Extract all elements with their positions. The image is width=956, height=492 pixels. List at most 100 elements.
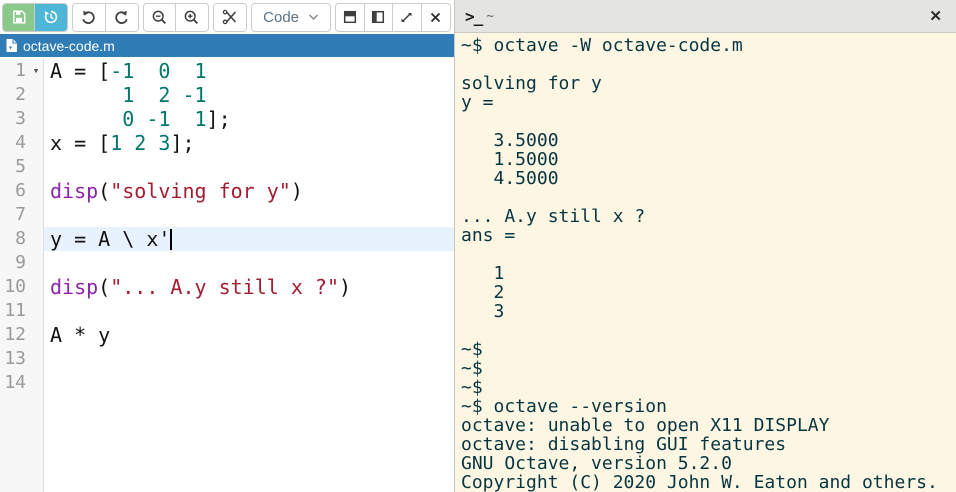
gutter-line: 7 — [0, 203, 43, 227]
tab-filename: octave-code.m — [23, 38, 115, 54]
code-line[interactable]: disp("solving for y") — [44, 179, 454, 203]
terminal-line: 3.5000 — [461, 131, 956, 150]
code-text-area[interactable]: A = [-1 0 1 1 2 -1 0 -1 1]; x = [1 2 3];… — [44, 59, 454, 492]
gutter-line: 3 — [0, 107, 43, 131]
redo-icon — [113, 9, 130, 26]
code-line-active[interactable]: y = A \ x' — [44, 227, 454, 251]
editor-toolbar: Code — [0, 0, 454, 34]
code-line[interactable] — [44, 155, 454, 179]
split-horizontal-icon — [342, 9, 358, 25]
undo-redo-group — [72, 3, 138, 32]
code-line[interactable]: disp("... A.y still x ?") — [44, 275, 454, 299]
code-line[interactable] — [44, 371, 454, 395]
gutter-line: 6 — [0, 179, 43, 203]
editor-pane: Code — [0, 0, 455, 492]
split-horizontal-button[interactable] — [336, 4, 365, 31]
terminal-line: octave: disabling GUI features — [461, 435, 956, 454]
close-editor-button[interactable] — [422, 4, 450, 31]
terminal-line: solving for y — [461, 74, 956, 93]
mode-dropdown-label: Code — [263, 9, 299, 26]
terminal-line: ... A.y still x ? — [461, 207, 956, 226]
zoom-in-button[interactable] — [176, 4, 208, 31]
code-line[interactable]: A = [-1 0 1 — [44, 59, 454, 83]
terminal-line: 2 — [461, 283, 956, 302]
svg-text:▾: ▾ — [9, 46, 12, 52]
code-line[interactable] — [44, 251, 454, 275]
terminal-line — [461, 55, 956, 74]
cut-group — [213, 3, 247, 32]
gutter-line: 9 — [0, 251, 43, 275]
code-line[interactable]: A * y — [44, 323, 454, 347]
gutter-line: 13 — [0, 347, 43, 371]
split-vertical-icon — [370, 9, 386, 25]
code-line[interactable] — [44, 299, 454, 323]
code-editor[interactable]: 1▾ 2 3 4 5 6 7 8 9 10 11 12 13 14 A = [-… — [0, 57, 454, 492]
scissors-icon — [222, 9, 238, 25]
code-line[interactable]: 1 2 -1 — [44, 83, 454, 107]
close-icon — [429, 11, 442, 24]
gutter-line: 8 — [0, 227, 43, 251]
file-actions-group — [2, 3, 68, 32]
gutter-line: 2 — [0, 83, 43, 107]
mode-dropdown[interactable]: Code — [251, 3, 331, 32]
terminal-line: ~$ octave --version — [461, 397, 956, 416]
terminal-line: 1 — [461, 264, 956, 283]
gutter-line: 12 — [0, 323, 43, 347]
code-line[interactable] — [44, 347, 454, 371]
expand-button[interactable] — [393, 4, 422, 31]
undo-icon — [80, 9, 97, 26]
gutter-line: 1▾ — [0, 59, 43, 83]
terminal-line: 4.5000 — [461, 169, 956, 188]
zoom-out-icon — [151, 9, 168, 26]
code-line[interactable]: 0 -1 1]; — [44, 107, 454, 131]
cut-button[interactable] — [214, 4, 246, 31]
terminal-line: Copyright (C) 2020 John W. Eaton and oth… — [461, 473, 956, 492]
app-window: Code — [0, 0, 956, 492]
layout-group — [335, 3, 451, 32]
split-vertical-button[interactable] — [365, 4, 394, 31]
history-button[interactable] — [35, 4, 67, 31]
terminal-line: octave: unable to open X11 DISPLAY — [461, 416, 956, 435]
gutter-line: 11 — [0, 299, 43, 323]
terminal-line: ~$ — [461, 340, 956, 359]
close-terminal-button[interactable]: ✕ — [929, 9, 942, 24]
save-button[interactable] — [3, 4, 35, 31]
terminal-line: ~$ — [461, 378, 956, 397]
terminal-line — [461, 321, 956, 340]
terminal-line — [461, 188, 956, 207]
save-icon — [11, 9, 27, 25]
terminal-line: ans = — [461, 226, 956, 245]
terminal-line: ~$ octave -W octave-code.m — [461, 36, 956, 55]
undo-button[interactable] — [73, 4, 105, 31]
terminal-title: ~ — [486, 9, 494, 24]
editor-tab[interactable]: ▾ octave-code.m — [0, 34, 454, 57]
terminal-line — [461, 245, 956, 264]
fold-arrow-icon[interactable]: ▾ — [29, 59, 43, 83]
terminal-line: GNU Octave, version 5.2.0 — [461, 454, 956, 473]
redo-button[interactable] — [106, 4, 138, 31]
text-cursor — [170, 229, 172, 250]
code-line[interactable] — [44, 203, 454, 227]
terminal-line: y = — [461, 93, 956, 112]
zoom-out-button[interactable] — [144, 4, 176, 31]
terminal-line: 3 — [461, 302, 956, 321]
terminal-line: ~$ — [461, 359, 956, 378]
file-icon: ▾ — [5, 38, 18, 53]
terminal-prompt-icon: >_ — [465, 7, 482, 26]
terminal-header: >_ ~ ✕ — [455, 0, 956, 33]
gutter-line: 4 — [0, 131, 43, 155]
terminal-line: 1.5000 — [461, 150, 956, 169]
zoom-in-icon — [183, 9, 200, 26]
code-line[interactable]: x = [1 2 3]; — [44, 131, 454, 155]
history-icon — [43, 9, 59, 25]
line-number-gutter: 1▾ 2 3 4 5 6 7 8 9 10 11 12 13 14 — [0, 59, 44, 492]
zoom-group — [143, 3, 209, 32]
gutter-line: 10 — [0, 275, 43, 299]
chevron-down-icon — [308, 13, 319, 21]
expand-icon — [399, 10, 414, 25]
gutter-line: 14 — [0, 371, 43, 395]
terminal-line — [461, 112, 956, 131]
terminal-pane: >_ ~ ✕ ~$ octave -W octave-code.m solvin… — [455, 0, 956, 492]
terminal-output[interactable]: ~$ octave -W octave-code.m solving for y… — [455, 33, 956, 492]
gutter-line: 5 — [0, 155, 43, 179]
